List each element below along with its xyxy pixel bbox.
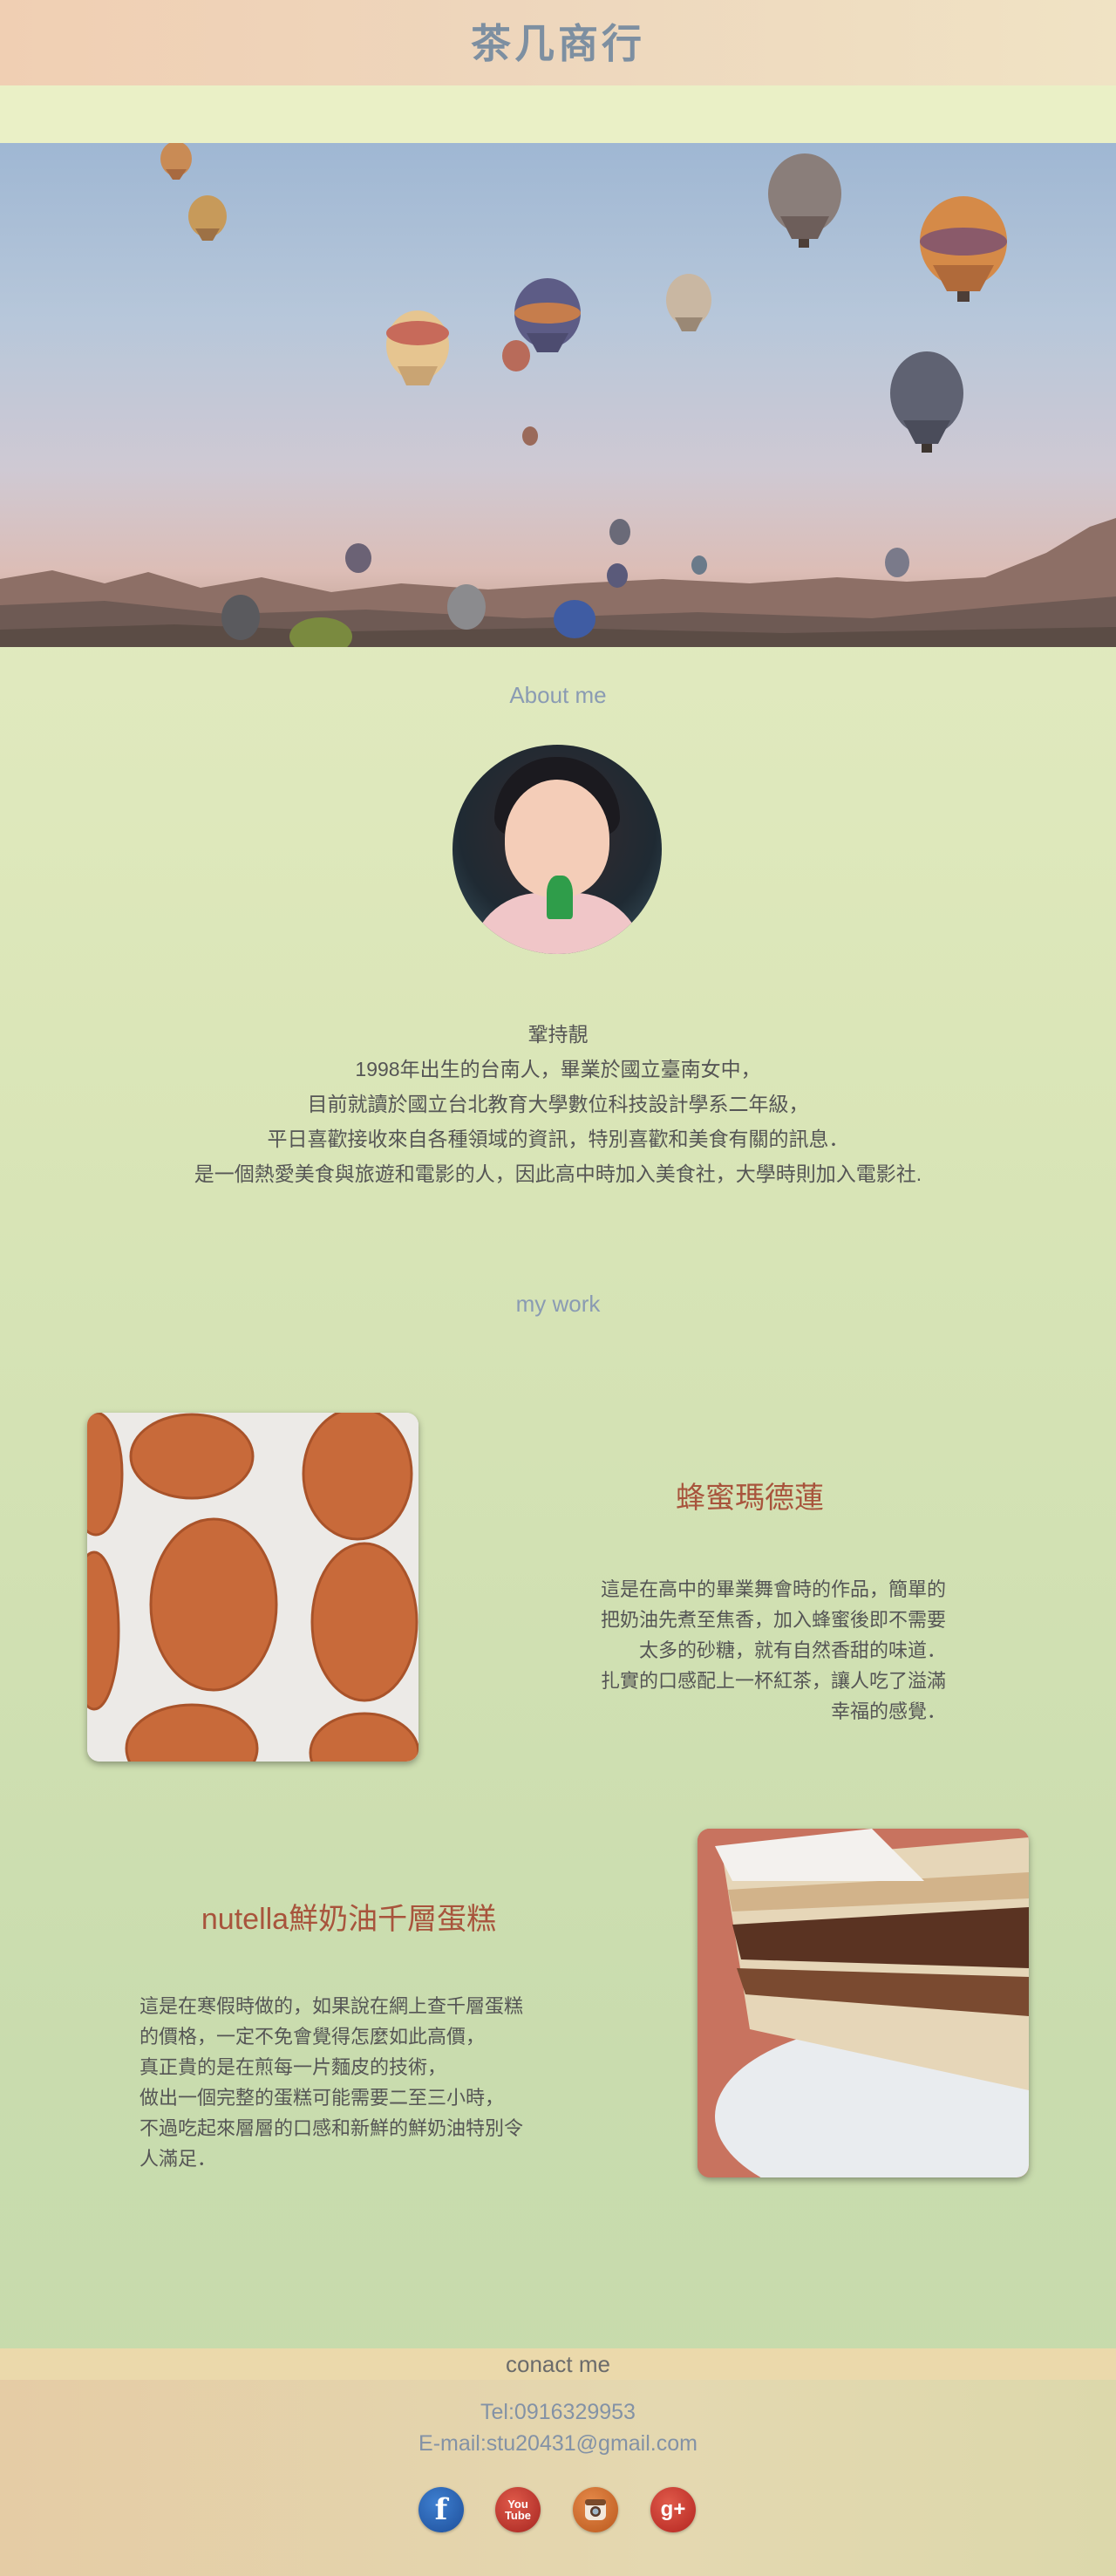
about-line: 1998年出生的台南人，畢業於國立臺南女中， bbox=[355, 1058, 761, 1080]
toy-figure bbox=[547, 876, 573, 919]
site-title[interactable]: 茶几商行 bbox=[471, 12, 645, 70]
balloon bbox=[386, 310, 449, 385]
work-heading: my work bbox=[515, 1291, 601, 1317]
about-line: 平日喜歡接收來自各種領域的資訊，特別喜歡和美食有關的訊息． bbox=[267, 1128, 849, 1150]
youtube-icon[interactable]: You Tube bbox=[495, 2487, 541, 2532]
nav-bar bbox=[0, 85, 1116, 143]
balloon bbox=[514, 278, 581, 352]
balloon bbox=[345, 543, 371, 573]
balloon bbox=[920, 196, 1007, 302]
about-heading: About me bbox=[509, 682, 607, 708]
google-plus-icon[interactable]: g+ bbox=[650, 2487, 696, 2532]
balloon bbox=[522, 426, 538, 446]
work-title: 蜂蜜瑪德蓮 bbox=[676, 1482, 824, 1515]
work-description: 這是在寒假時做的，如果說在網上查千層蛋糕 的價格，一定不免會覺得怎麼如此高價， … bbox=[140, 1995, 524, 2170]
instagram-icon[interactable] bbox=[573, 2487, 618, 2532]
contact-tel[interactable]: Tel:0916329953 bbox=[0, 2400, 1116, 2425]
balloon bbox=[188, 195, 227, 241]
balloon bbox=[691, 555, 707, 575]
crepe-cake-photo bbox=[698, 1829, 1029, 2177]
balloon bbox=[160, 143, 192, 180]
profile-avatar bbox=[453, 745, 662, 954]
balloon bbox=[890, 351, 963, 453]
contact-email[interactable]: E-mail:stu20431@gmail.com bbox=[0, 2431, 1116, 2457]
work-description: 這是在高中的畢業舞會時的作品，簡單的 把奶油先煮至焦香，加入蜂蜜後即不需要 太多… bbox=[600, 1578, 946, 1722]
balloon bbox=[607, 563, 628, 588]
balloon bbox=[221, 595, 260, 640]
hot-air-balloons-illustration bbox=[0, 143, 1116, 647]
about-line: 是一個熱愛美食與旅遊和電影的人，因此高中時加入美食社，大學時則加入電影社. bbox=[194, 1162, 922, 1185]
balloon bbox=[447, 584, 486, 630]
site-header: 茶几商行 bbox=[0, 0, 1116, 85]
balloon bbox=[554, 600, 595, 638]
balloon bbox=[609, 519, 630, 545]
about-line: 目前就讀於國立台北教育大學數位科技設計學系二年級， bbox=[307, 1093, 809, 1115]
balloon bbox=[502, 340, 530, 371]
balloon bbox=[768, 153, 841, 248]
balloon bbox=[885, 548, 909, 577]
about-name: 鞏持靚 bbox=[527, 1023, 589, 1046]
facebook-icon[interactable]: f bbox=[418, 2487, 464, 2532]
about-bio: 鞏持靚 1998年出生的台南人，畢業於國立臺南女中， 目前就讀於國立台北教育大學… bbox=[0, 1017, 1116, 1191]
balloon bbox=[666, 274, 711, 331]
work-title: nutella鮮奶油千層蛋糕 bbox=[201, 1903, 497, 1936]
contact-heading: conact me bbox=[0, 2348, 1116, 2380]
hero-banner-image bbox=[0, 143, 1116, 647]
madeleine-photo bbox=[87, 1413, 418, 1762]
